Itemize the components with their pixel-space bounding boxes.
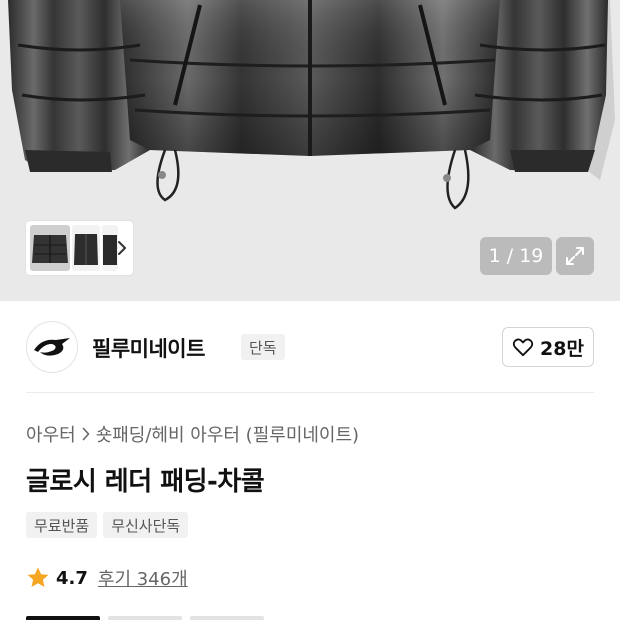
thumbnail-1[interactable] [30, 225, 70, 271]
like-button[interactable]: 28만 [502, 327, 594, 367]
divider [26, 392, 594, 393]
thumbnail-strip[interactable] [26, 221, 133, 275]
breadcrumb-category[interactable]: 아우터 [26, 421, 76, 447]
exclusive-badge: 단독 [241, 334, 285, 360]
expand-icon [566, 247, 584, 265]
brand-row: 필루미네이트 단독 28만 [26, 321, 594, 373]
breadcrumb-subcategory[interactable]: 숏패딩/헤비 아우터 (필루미네이트) [96, 421, 359, 447]
chevron-right-icon[interactable] [115, 237, 129, 259]
review-count-link[interactable]: 후기 346개 [98, 565, 188, 591]
tag-free-return: 무료반품 [26, 512, 98, 538]
breadcrumb: 아우터 숏패딩/헤비 아우터 (필루미네이트) [26, 421, 359, 447]
heart-outline-icon [512, 338, 534, 357]
product-tags: 무료반품 무신사단독 [26, 512, 189, 538]
tab-edge [190, 616, 264, 620]
rating-score: 4.7 [56, 567, 88, 589]
chevron-right-icon [82, 427, 90, 441]
brand-logo[interactable] [26, 321, 78, 373]
brand-name[interactable]: 필루미네이트 [92, 333, 205, 363]
product-title: 글로시 레더 패딩-차콜 [26, 467, 265, 497]
product-image-gallery[interactable]: 1 / 19 [0, 0, 620, 301]
expand-button[interactable] [556, 237, 594, 275]
image-pager: 1 / 19 [480, 237, 552, 275]
like-count: 28만 [540, 337, 584, 360]
tab-edge [108, 616, 182, 620]
tab-bar-edge [26, 616, 266, 620]
thumbnail-2[interactable] [72, 225, 100, 271]
tab-indicator [26, 616, 100, 620]
rating-summary: 4.7 후기 346개 [26, 565, 188, 591]
tag-musinsa-exclusive: 무신사단독 [103, 512, 189, 538]
star-icon [27, 567, 49, 587]
